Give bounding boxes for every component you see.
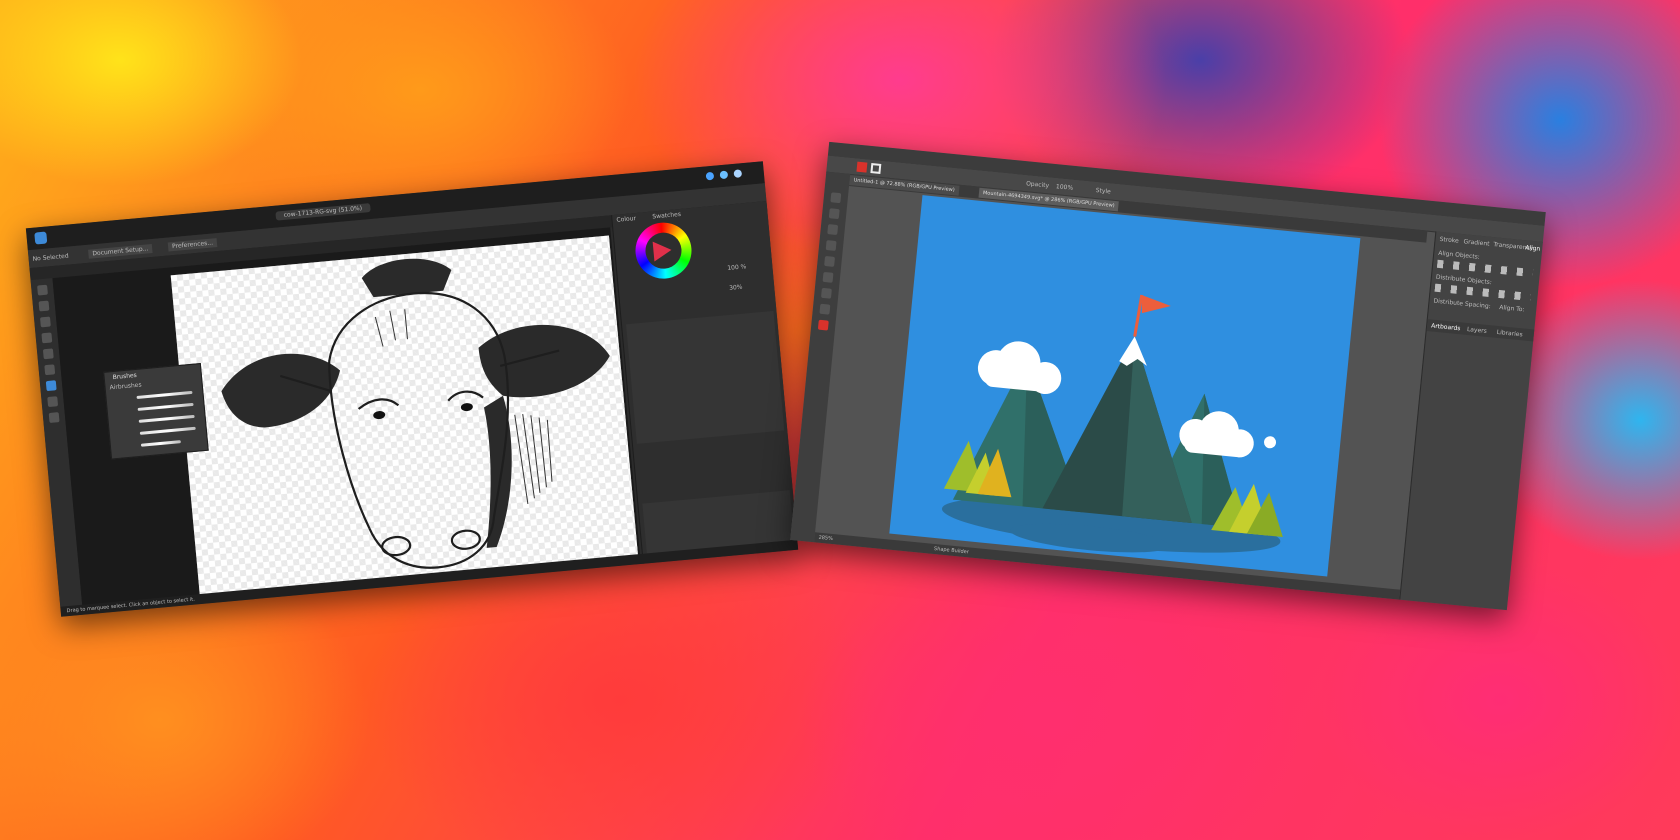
pencil-tool-icon[interactable] (41, 332, 53, 344)
brush-preset[interactable] (140, 440, 181, 447)
persona-icon-2[interactable] (719, 170, 729, 180)
cow-illustration (221, 258, 610, 569)
selection-tool-icon[interactable] (830, 192, 842, 204)
persona-icon[interactable] (705, 171, 715, 181)
layer-tabs-bar: Artboards Layers Libraries (1426, 319, 1536, 342)
stroke-swatch-icon[interactable] (870, 163, 882, 174)
width-value[interactable]: 30% (729, 284, 743, 292)
zoom-tool-icon[interactable] (48, 412, 60, 423)
stroke-panel[interactable] (626, 310, 785, 444)
affinity-window: cow-1713-RG-svg (51.0%) No Selected Docu… (25, 161, 799, 617)
brushes-panel-title: Brushes (112, 371, 138, 382)
document-setup-button[interactable]: Document Setup... (88, 243, 153, 259)
type-tool-icon[interactable] (825, 240, 837, 251)
persona-icon-3[interactable] (733, 169, 743, 178)
swatches-tab[interactable]: Swatches (652, 211, 681, 221)
fill-color-icon[interactable] (817, 319, 829, 331)
align-objects-label: Align Objects: (1437, 249, 1481, 261)
document-title[interactable]: cow-1713-RG-svg (51.0%) (275, 203, 371, 221)
artboard[interactable] (889, 195, 1361, 577)
brush-category-select[interactable]: Airbrushes (109, 382, 142, 392)
brush-tool-icon[interactable] (42, 348, 54, 360)
shape-builder-tool-icon[interactable] (819, 303, 831, 315)
current-tool-label: Shape Builder (933, 546, 970, 556)
text-tool-icon[interactable] (47, 396, 59, 408)
artboards-tab[interactable]: Artboards (1431, 322, 1461, 332)
libraries-tab[interactable]: Libraries (1496, 329, 1522, 338)
distribute-spacing-label: Distribute Spacing: (1433, 297, 1492, 311)
fill-tool-icon[interactable] (44, 364, 56, 376)
preferences-button[interactable]: Preferences... (167, 238, 218, 252)
rotate-tool-icon[interactable] (820, 287, 832, 299)
align-tab[interactable]: Align (1525, 244, 1541, 252)
pen-tool-icon[interactable] (827, 224, 839, 236)
brush-preset[interactable] (139, 426, 196, 435)
zoom-level[interactable]: 285% (818, 535, 833, 542)
color-wheel[interactable] (633, 220, 694, 282)
illustrator-window: Opacity 100% Style Untitled-1 @ 72.88% (… (790, 141, 1546, 611)
opacity-label: Opacity (1025, 180, 1050, 190)
align-to-label: Align To: (1498, 304, 1525, 314)
colour-tab[interactable]: Colour (616, 215, 636, 224)
right-panel: Colour Swatches 100 % 30% (611, 201, 799, 564)
node-tool-icon[interactable] (38, 300, 50, 312)
gradient-tab[interactable]: Gradient (1463, 238, 1490, 248)
app-logo-icon (34, 231, 48, 245)
direct-selection-tool-icon[interactable] (828, 208, 840, 220)
mountain-illustration (941, 294, 1283, 553)
document-canvas[interactable] (170, 235, 639, 597)
style-label: Style (1095, 187, 1112, 196)
shape-tool-icon[interactable] (45, 380, 57, 392)
fill-swatch-icon[interactable] (856, 161, 868, 173)
opacity-value[interactable]: 100% (1056, 183, 1074, 192)
brushes-panel[interactable]: Brushes Airbrushes (103, 363, 209, 460)
brush-tool-icon[interactable] (822, 271, 834, 283)
layers-tab[interactable]: Layers (1467, 326, 1487, 335)
no-selection-label: No Selected (32, 252, 69, 263)
move-tool-icon[interactable] (37, 284, 48, 296)
rectangle-tool-icon[interactable] (824, 255, 836, 267)
pen-tool-icon[interactable] (39, 316, 51, 328)
brush-preset[interactable] (138, 414, 195, 423)
stroke-tab[interactable]: Stroke (1439, 236, 1459, 245)
brush-preset[interactable] (136, 390, 193, 399)
brush-preset[interactable] (137, 402, 194, 411)
opacity-value[interactable]: 100 % (727, 263, 747, 272)
